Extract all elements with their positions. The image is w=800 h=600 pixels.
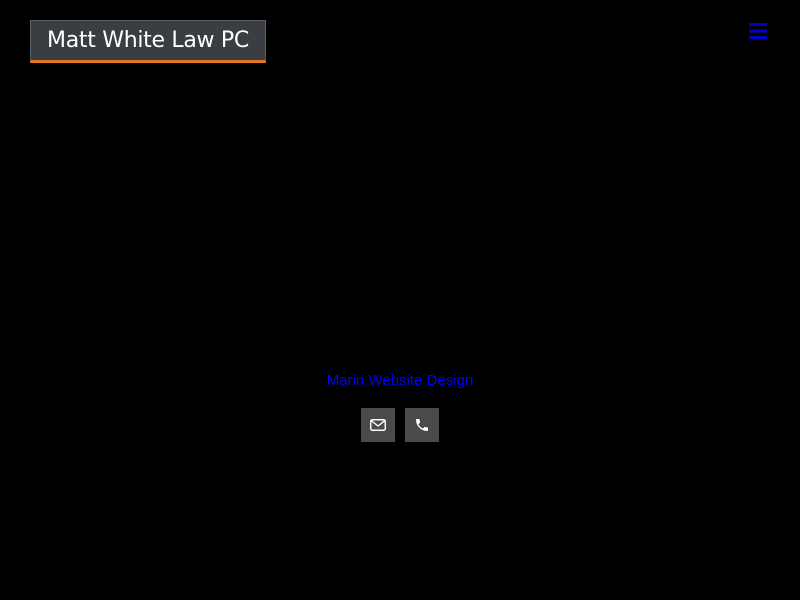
contact-buttons bbox=[361, 408, 439, 442]
credit-line: Marin Website Design bbox=[0, 371, 800, 391]
hamburger-menu-icon bbox=[749, 23, 767, 39]
marin-website-design-link[interactable]: Marin Website Design bbox=[327, 372, 473, 389]
phone-icon bbox=[416, 419, 428, 431]
site-logo[interactable]: Matt White Law PC bbox=[30, 20, 266, 63]
logo-text: Matt White Law PC bbox=[47, 28, 249, 53]
envelope-icon bbox=[370, 419, 386, 431]
menu-button[interactable] bbox=[748, 22, 768, 40]
page: Matt White Law PC Marin Website Design bbox=[0, 0, 800, 600]
email-button[interactable] bbox=[361, 408, 395, 442]
phone-button[interactable] bbox=[405, 408, 439, 442]
